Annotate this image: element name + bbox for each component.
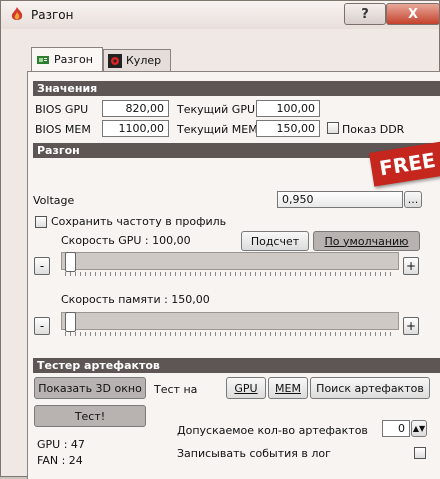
save-profile-label: Сохранить частоту в профиль [51,215,227,228]
current-gpu-value: 100,00 [256,100,320,117]
gpu-speed-slider[interactable] [61,252,399,272]
current-mem-label: Текущий MEM [177,123,258,136]
current-gpu-label: Текущий GPU [177,103,256,116]
app-window: Разгон ? X Разгон Кулер Значения BIOS GP… [0,0,440,479]
close-button[interactable]: X [386,3,440,25]
show-ddr-label: Показ DDR [342,123,405,136]
section-artifact-header: Тестер артефактов [33,358,440,373]
spin-arrows-icon[interactable]: ▲▼ [411,420,427,437]
gpu-speed-label: Скорость GPU : 100,00 [61,234,191,247]
voltage-label: Voltage [33,194,75,207]
tab-cooler-label: Кулер [126,54,162,67]
mem-slider-ticks [65,332,395,336]
gpu-plus-button[interactable]: + [403,257,419,275]
bios-gpu-value: 820,00 [102,100,169,117]
mem-minus-button[interactable]: - [34,317,50,335]
section-values-header: Значения [33,81,440,96]
log-events-checkbox[interactable] [414,447,426,459]
fan-cooler-icon [108,53,122,68]
allowed-artifacts-value[interactable]: 0 [382,420,410,437]
search-artifacts-button[interactable]: Поиск артефактов [310,377,430,399]
test-button[interactable]: Тест! [34,405,146,427]
show-ddr-checkbox[interactable] [327,122,339,134]
calc-button[interactable]: Подсчет [241,231,309,251]
fan-speed-stat: FAN : 24 [37,454,83,467]
window-title: Разгон [31,8,74,22]
gpu-card-icon [37,55,49,64]
mem-speed-slider-thumb[interactable] [65,312,76,332]
current-mem-value: 150,00 [256,120,320,137]
mem-plus-button[interactable]: + [403,317,419,335]
test-on-label: Тест на [154,383,198,396]
gpu-minus-button[interactable]: - [34,257,50,275]
bios-mem-value: 1100,00 [102,120,169,137]
gpu-temp-stat: GPU : 47 [37,438,85,451]
gpu-speed-slider-thumb[interactable] [65,252,76,272]
default-button[interactable]: По умолчанию [313,231,420,251]
tab-overclock-label: Разгон [54,53,93,66]
voltage-more-button[interactable]: ... [404,191,422,208]
test-mem-button[interactable]: MEM [268,377,308,399]
mem-speed-slider[interactable] [61,312,399,332]
flame-app-icon [11,7,23,20]
bios-gpu-label: BIOS GPU [35,103,89,116]
help-button[interactable]: ? [344,3,386,25]
voltage-select[interactable]: 0,950 [277,191,403,208]
title-bar[interactable]: Разгон ? X [1,1,440,29]
bios-mem-label: BIOS MEM [35,123,91,136]
gpu-slider-ticks [65,272,395,276]
tab-overclock[interactable]: Разгон [31,47,103,71]
save-profile-checkbox[interactable] [35,216,47,228]
log-events-label: Записывать события в лог [177,447,331,460]
tab-cooler[interactable]: Кулер [103,49,171,71]
test-gpu-button[interactable]: GPU [226,377,266,399]
show-3d-window-button[interactable]: Показать 3D окно [34,377,146,399]
allowed-artifacts-label: Допускаемое кол-во артефактов [177,424,368,437]
mem-speed-label: Скорость памяти : 150,00 [61,293,210,306]
